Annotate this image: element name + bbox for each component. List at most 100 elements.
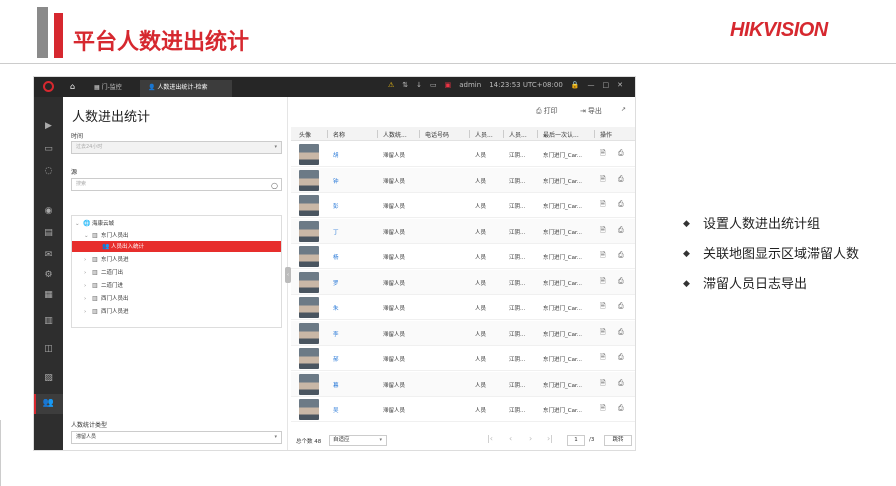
chevron-right-icon[interactable]: › [84,294,92,305]
tree-node-selected[interactable]: 👥 人员出入统计 [72,241,281,252]
avatar[interactable] [299,195,319,216]
col-person-a[interactable]: 人员... [475,130,493,139]
notice-icon[interactable]: ▣ [445,81,452,89]
print-row-icon[interactable]: ⎙ [618,175,624,184]
print-row-icon[interactable]: ⎙ [618,277,624,286]
table-row[interactable]: 钟 滞留人员 人员 江阴... 东门进门_Car... 🗎 ⎙ [291,167,635,193]
tree-node-group[interactable]: › ▥ 二道门出 [84,267,123,278]
person-name-link[interactable]: 朱 [333,304,339,312]
table-row[interactable]: 彭 滞留人员 人员 江阴... 东门进门_Car... 🗎 ⎙ [291,193,635,218]
print-row-icon[interactable]: ⎙ [618,226,624,235]
view-detail-icon[interactable]: 🗎 [600,277,606,288]
tab-people-counting-search[interactable]: 👤 人数进出统计-检索 [140,80,232,97]
avatar[interactable] [299,246,319,267]
person-name-link[interactable]: 彭 [333,202,339,210]
sync-icon[interactable]: ⇅ [402,81,408,89]
col-avatar[interactable]: 头像 [299,130,311,139]
nav-bulb-icon[interactable]: ◌ [41,165,56,177]
nav-monitor-icon[interactable]: ▤ [41,227,56,239]
search-icon[interactable]: ○ [271,180,278,191]
time-select[interactable]: 过去24小时 ▾ [71,141,282,154]
avatar[interactable] [299,220,319,242]
table-row[interactable]: 吴 滞留人员 人员 江阴... 东门进门_Car... 🗎 ⎙ [291,397,635,422]
tree-node-group[interactable]: › ▥ 西门人员进 [84,306,129,317]
view-detail-icon[interactable]: 🗎 [600,226,606,237]
col-name[interactable]: 名称 [333,130,345,139]
view-detail-icon[interactable]: 🗎 [600,302,606,313]
export-button[interactable]: ⇥ 导出 [580,106,604,116]
clipboard-icon[interactable]: ▭ [430,81,437,89]
alarm-icon[interactable]: ⚠ [388,81,394,89]
prev-page-icon[interactable]: ‹ [509,434,512,443]
close-icon[interactable]: ✕ [617,81,623,89]
avatar[interactable] [299,373,319,395]
person-name-link[interactable]: 吴 [333,406,339,414]
table-row[interactable]: 李 滞留人员 人员 江阴... 东门进门_Car... 🗎 ⎙ [291,320,635,346]
nav-report-icon[interactable]: ▧ [41,372,56,384]
home-icon[interactable]: ⌂ [70,82,79,91]
table-row[interactable]: 郝 滞留人员 人员 江阴... 东门进门_Car... 🗎 ⎙ [291,346,635,371]
tree-node-group[interactable]: › ▥ 东门人员进 [84,254,129,265]
avatar[interactable] [299,271,319,293]
view-detail-icon[interactable]: 🗎 [600,379,606,390]
nav-people-icon[interactable]: 👥 [41,397,56,409]
tree-node-group[interactable]: › ▥ 二道门进 [84,280,123,291]
print-row-icon[interactable]: ⎙ [618,328,624,337]
print-row-icon[interactable]: ⎙ [618,404,624,413]
chevron-right-icon[interactable]: › [84,281,92,292]
go-button[interactable]: 跳转 [604,435,632,446]
tree-node-group[interactable]: ⌄ ▥ 东门人员出 [84,230,129,241]
table-row[interactable]: 胡 滞留人员 人员 江阴... 东门进门_Car... 🗎 ⎙ [291,142,635,167]
tree-node-group[interactable]: › ▥ 西门人员出 [84,293,129,304]
page-input[interactable]: 1 [567,435,585,446]
nav-building-icon[interactable]: ▥ [41,315,56,327]
person-name-link[interactable]: 丁 [333,228,339,236]
download-icon[interactable]: ↓ [416,81,422,89]
nav-mail-icon[interactable]: ✉ [41,249,56,261]
chevron-right-icon[interactable]: › [84,255,92,266]
person-name-link[interactable]: 钟 [333,177,339,185]
search-input[interactable]: 搜索 ○ [71,178,282,191]
user-name[interactable]: admin [459,81,481,89]
col-phone[interactable]: 电话号码 [425,130,449,139]
table-row[interactable]: 杨 滞留人员 人员 江阴... 东门进门_Car... 🗎 ⎙ [291,244,635,269]
minimize-icon[interactable]: — [588,81,595,89]
nav-vehicle-icon[interactable]: ▭ [41,143,56,155]
view-detail-icon[interactable]: 🗎 [600,200,606,211]
person-name-link[interactable]: 李 [333,330,339,338]
chevron-right-icon[interactable]: › [84,268,92,279]
person-name-link[interactable]: 胡 [333,151,339,159]
avatar[interactable] [299,348,319,369]
first-page-icon[interactable]: |‹ [487,434,493,443]
app-logo-icon[interactable] [43,81,54,92]
nav-settings-icon[interactable]: ⚙ [41,269,56,281]
table-row[interactable]: 暮 滞留人员 人员 江阴... 东门进门_Car... 🗎 ⎙ [291,371,635,397]
avatar[interactable] [299,399,319,420]
print-row-icon[interactable]: ⎙ [618,379,624,388]
nav-car-icon[interactable]: ◫ [41,343,56,355]
table-row[interactable]: 丁 滞留人员 人员 江阴... 东门进门_Car... 🗎 ⎙ [291,218,635,244]
person-name-link[interactable]: 罗 [333,279,339,287]
avatar[interactable] [299,169,319,191]
type-select[interactable]: 滞留人员 ▾ [71,431,282,444]
maximize-icon[interactable]: □ [603,81,610,89]
next-page-icon[interactable]: › [529,434,532,443]
view-detail-icon[interactable]: 🗎 [600,149,606,160]
avatar[interactable] [299,322,319,344]
table-row[interactable]: 罗 滞留人员 人员 江阴... 东门进门_Car... 🗎 ⎙ [291,269,635,295]
open-external-icon[interactable]: ↗ [621,106,626,113]
chevron-down-icon[interactable]: ⌄ [75,219,83,230]
print-row-icon[interactable]: ⎙ [618,302,624,311]
view-detail-icon[interactable]: 🗎 [600,251,606,262]
print-button[interactable]: ⎙ 打印 [536,106,560,116]
nav-video-icon[interactable]: ▶ [41,120,56,132]
page-mode-select[interactable]: 自适应 ▾ [329,435,387,446]
view-detail-icon[interactable]: 🗎 [600,404,606,415]
last-page-icon[interactable]: ›| [547,434,553,443]
view-detail-icon[interactable]: 🗎 [600,328,606,339]
col-person-b[interactable]: 人员... [509,130,527,139]
print-row-icon[interactable]: ⎙ [618,200,624,209]
view-detail-icon[interactable]: 🗎 [600,175,606,186]
tab-monitor[interactable]: ▦ 门-监控 [86,80,130,97]
tree-node-root[interactable]: ⌄ 🌐 海康云城 [75,218,114,229]
